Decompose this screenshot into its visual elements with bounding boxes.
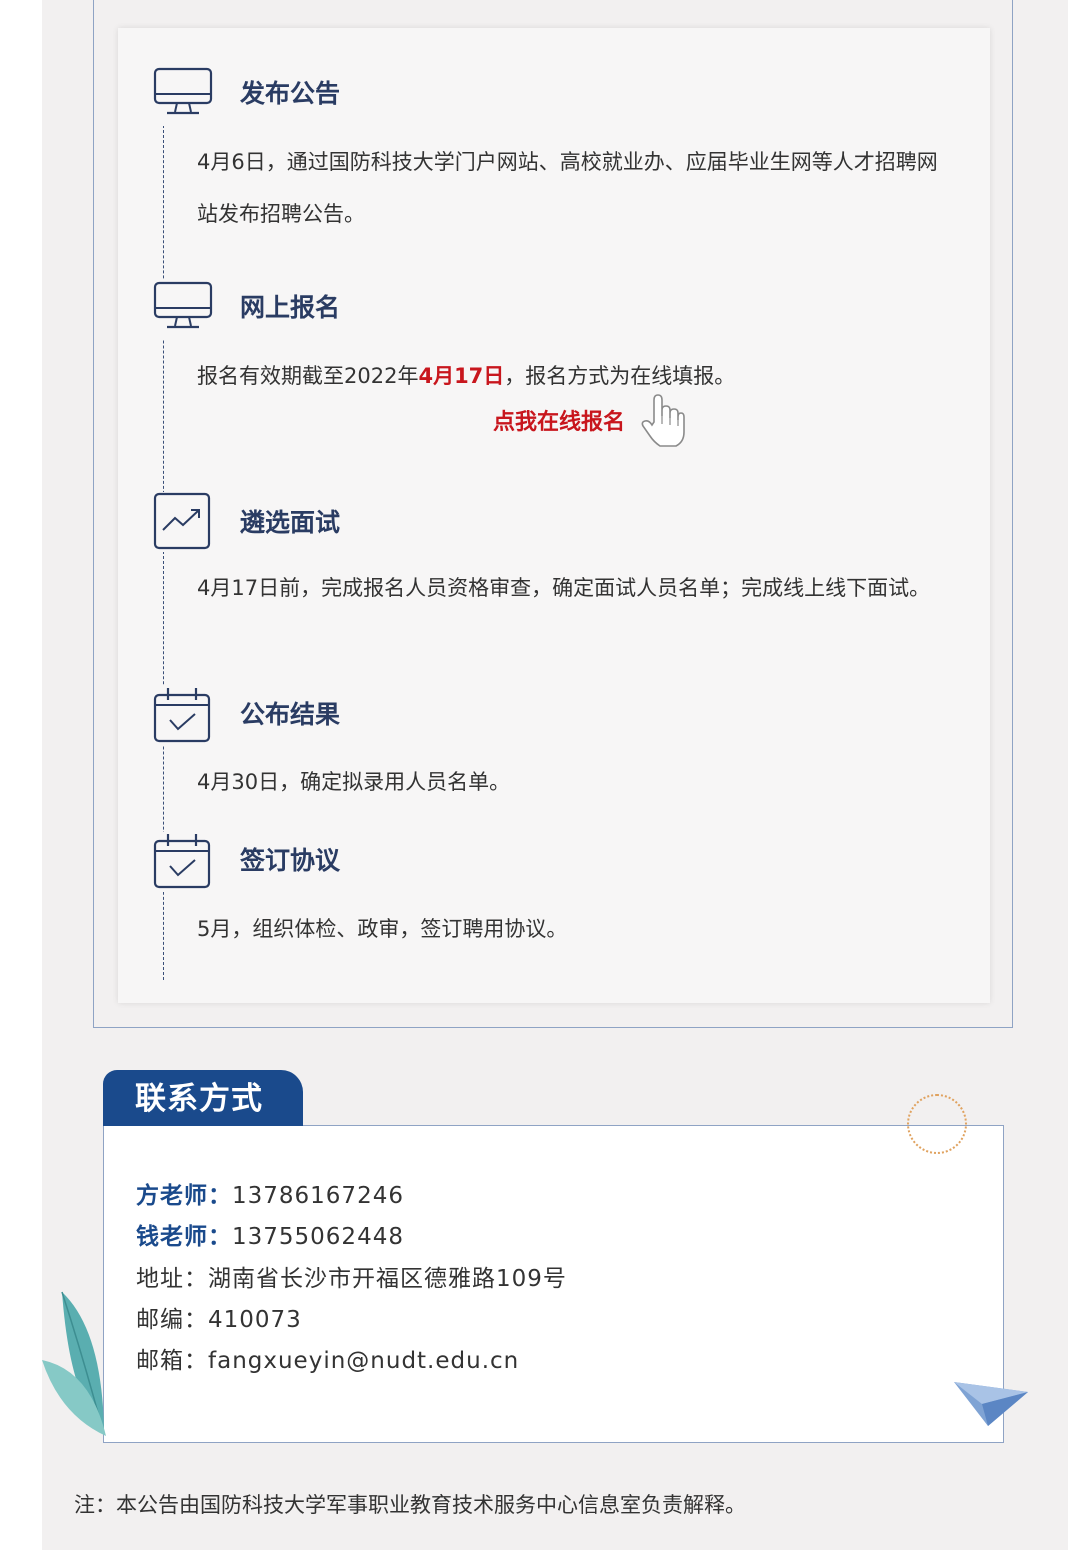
address-value: 湖南省长沙市开福区德雅路109号 (208, 1266, 567, 1292)
step-title: 发布公告 (240, 79, 341, 108)
leaf-decoration-icon (40, 1290, 110, 1440)
calendar-check-icon (153, 686, 213, 746)
contact-label: 地址： (136, 1266, 208, 1292)
monitor-icon (153, 66, 213, 126)
step-title: 签订协议 (240, 846, 341, 875)
contact-teacher-fang: 方老师：13786167246 (136, 1178, 404, 1214)
step-title: 公布结果 (240, 700, 341, 729)
online-signup-link[interactable]: 点我在线报名 (493, 407, 625, 439)
deadline-highlight: 4月17日 (418, 364, 505, 388)
footnote: 注：本公告由国防科技大学军事职业教育技术服务中心信息室负责解释。 (74, 1493, 746, 1517)
postcode-value: 410073 (208, 1307, 302, 1333)
email-value[interactable]: fangxueyin@nudt.edu.cn (208, 1348, 519, 1374)
step-description: 4月17日前，完成报名人员资格审查，确定面试人员名单；完成线上线下面试。 (197, 576, 931, 600)
contact-address: 地址：湖南省长沙市开福区德雅路109号 (136, 1261, 567, 1297)
step-description: 报名有效期截至2022年4月17日，报名方式为在线填报。 (197, 350, 942, 402)
step-title: 遴选面试 (240, 508, 341, 537)
dotted-circle-decoration (907, 1094, 967, 1154)
contact-label: 方老师： (136, 1183, 232, 1209)
contact-label: 邮箱： (136, 1348, 208, 1374)
contact-heading: 联系方式 (103, 1070, 303, 1126)
calendar-check-icon (153, 832, 213, 892)
contact-label: 邮编： (136, 1307, 208, 1333)
paper-plane-icon (952, 1378, 1030, 1428)
phone-number: 13786167246 (232, 1183, 404, 1209)
step-description: 4月6日，通过国防科技大学门户网站、高校就业办、应届毕业生网等人才招聘网站发布招… (197, 150, 938, 226)
pointer-hand-icon (640, 392, 686, 450)
contact-teacher-qian: 钱老师：13755062448 (136, 1219, 404, 1255)
phone-number: 13755062448 (232, 1224, 404, 1250)
trend-chart-icon (153, 492, 213, 552)
contact-label: 钱老师： (136, 1224, 232, 1250)
monitor-icon (153, 280, 213, 340)
step-description: 5月，组织体检、政审，签订聘用协议。 (197, 917, 568, 941)
step-title: 网上报名 (240, 293, 341, 322)
step-description: 4月30日，确定拟录用人员名单。 (197, 770, 511, 794)
description-text: ，报名方式为在线填报。 (504, 364, 736, 388)
contact-email: 邮箱：fangxueyin@nudt.edu.cn (136, 1343, 519, 1379)
description-text: 报名有效期截至2022年 (197, 364, 419, 388)
contact-postcode: 邮编：410073 (136, 1302, 302, 1338)
